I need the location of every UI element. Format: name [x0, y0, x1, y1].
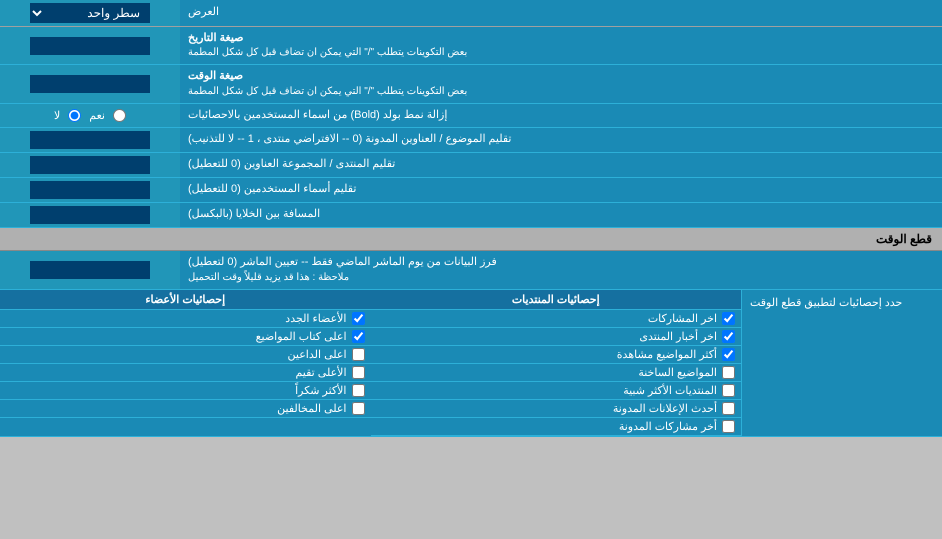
usernames-input-cell: 0: [0, 178, 180, 202]
stats-posts-item-6: أخر مشاركات المدونة: [371, 418, 742, 436]
stats-posts-item-1: اخر أخبار المنتدى: [371, 328, 742, 346]
stats-members-checkbox-5[interactable]: [352, 402, 365, 415]
stats-posts-item-2: أكثر المواضيع مشاهدة: [371, 346, 742, 364]
usernames-input[interactable]: 0: [30, 181, 150, 199]
stats-members-checkbox-3[interactable]: [352, 366, 365, 379]
stats-members-checkbox-1[interactable]: [352, 330, 365, 343]
stats-container: حدد إحصائيات لتطبيق قطع الوقت إحصائيات ا…: [0, 290, 942, 437]
stats-posts-checkbox-6[interactable]: [722, 420, 735, 433]
stats-members-checkbox-2[interactable]: [352, 348, 365, 361]
stats-members-checkbox-4[interactable]: [352, 384, 365, 397]
bold-radio-group: نعم لا: [54, 109, 126, 122]
spacing-input[interactable]: 2: [30, 206, 150, 224]
stats-limit-label: حدد إحصائيات لتطبيق قطع الوقت: [742, 290, 942, 436]
stats-posts-checkbox-5[interactable]: [722, 402, 735, 415]
date-format-input[interactable]: d-m: [30, 37, 150, 55]
main-container: العرض سطر واحد سطرين ثلاثة أسطر صيغة الت…: [0, 0, 942, 437]
time-format-input[interactable]: H:i: [30, 75, 150, 93]
cutoff-days-input[interactable]: 0: [30, 261, 150, 279]
cutoff-section-header: قطع الوقت: [0, 228, 942, 251]
bold-label: إزالة نمط بولد (Bold) من اسماء المستخدمي…: [180, 104, 942, 127]
time-format-input-cell: H:i: [0, 65, 180, 102]
forum-titles-label: تقليم المنتدى / المجموعة العناوين (0 للت…: [180, 153, 942, 177]
bold-radio-yes[interactable]: [113, 109, 126, 122]
erz-select[interactable]: سطر واحد سطرين ثلاثة أسطر: [30, 3, 150, 23]
spacing-label: المسافة بين الخلايا (بالبكسل): [180, 203, 942, 227]
titles-limit-label: تقليم الموضوع / العناوين المدونة (0 -- ا…: [180, 128, 942, 152]
stats-members-col: إحصائيات الأعضاء الأعضاء الجدد اعلى كتاب…: [0, 290, 371, 436]
forum-titles-row: تقليم المنتدى / المجموعة العناوين (0 للت…: [0, 153, 942, 178]
usernames-label: تقليم أسماء المستخدمين (0 للتعطيل): [180, 178, 942, 202]
date-format-row: صيغة التاريخ بعض التكوينات يتطلب "/" الت…: [0, 27, 942, 65]
erz-label: العرض: [180, 0, 942, 26]
titles-limit-input[interactable]: 33: [30, 131, 150, 149]
cutoff-days-row: فرز البيانات من يوم الماشر الماضي فقط --…: [0, 251, 942, 289]
erz-row: العرض سطر واحد سطرين ثلاثة أسطر: [0, 0, 942, 27]
stats-posts-item-3: المواضيع الساخنة: [371, 364, 742, 382]
bold-radio-no[interactable]: [68, 109, 81, 122]
stats-posts-item-5: أحدث الإعلانات المدونة: [371, 400, 742, 418]
stats-members-item-4: الأكثر شكراً: [0, 382, 371, 400]
stats-members-item-3: الأعلى تقيم: [0, 364, 371, 382]
titles-limit-input-cell: 33: [0, 128, 180, 152]
date-format-input-cell: d-m: [0, 27, 180, 64]
stats-posts-checkbox-1[interactable]: [722, 330, 735, 343]
erz-input-cell: سطر واحد سطرين ثلاثة أسطر: [0, 0, 180, 26]
stats-posts-checkbox-4[interactable]: [722, 384, 735, 397]
stats-posts-checkbox-3[interactable]: [722, 366, 735, 379]
stats-posts-item-0: اخر المشاركات: [371, 310, 742, 328]
bold-input-cell: نعم لا: [0, 104, 180, 127]
stats-posts-item-4: المنتديات الأكثر شبية: [371, 382, 742, 400]
stats-members-header: إحصائيات الأعضاء: [0, 290, 371, 310]
forum-titles-input[interactable]: 33: [30, 156, 150, 174]
usernames-row: تقليم أسماء المستخدمين (0 للتعطيل) 0: [0, 178, 942, 203]
spacing-input-cell: 2: [0, 203, 180, 227]
stats-posts-checkbox-2[interactable]: [722, 348, 735, 361]
stats-members-checkbox-0[interactable]: [352, 312, 365, 325]
stats-members-item-5: اعلى المخالفين: [0, 400, 371, 418]
stats-members-item-2: اعلى الداعين: [0, 346, 371, 364]
stats-posts-col: إحصائيات المنتديات اخر المشاركات اخر أخب…: [371, 290, 743, 436]
cutoff-days-label: فرز البيانات من يوم الماشر الماضي فقط --…: [180, 251, 942, 288]
forum-titles-input-cell: 33: [0, 153, 180, 177]
spacing-row: المسافة بين الخلايا (بالبكسل) 2: [0, 203, 942, 228]
stats-members-item-1: اعلى كتاب المواضيع: [0, 328, 371, 346]
time-format-label: صيغة الوقت بعض التكوينات يتطلب "/" التي …: [180, 65, 942, 102]
stats-posts-header: إحصائيات المنتديات: [371, 290, 742, 310]
titles-limit-row: تقليم الموضوع / العناوين المدونة (0 -- ا…: [0, 128, 942, 153]
bold-row: إزالة نمط بولد (Bold) من اسماء المستخدمي…: [0, 104, 942, 128]
time-format-row: صيغة الوقت بعض التكوينات يتطلب "/" التي …: [0, 65, 942, 103]
cutoff-days-input-cell: 0: [0, 251, 180, 288]
stats-members-item-0: الأعضاء الجدد: [0, 310, 371, 328]
stats-posts-checkbox-0[interactable]: [722, 312, 735, 325]
date-format-label: صيغة التاريخ بعض التكوينات يتطلب "/" الت…: [180, 27, 942, 64]
